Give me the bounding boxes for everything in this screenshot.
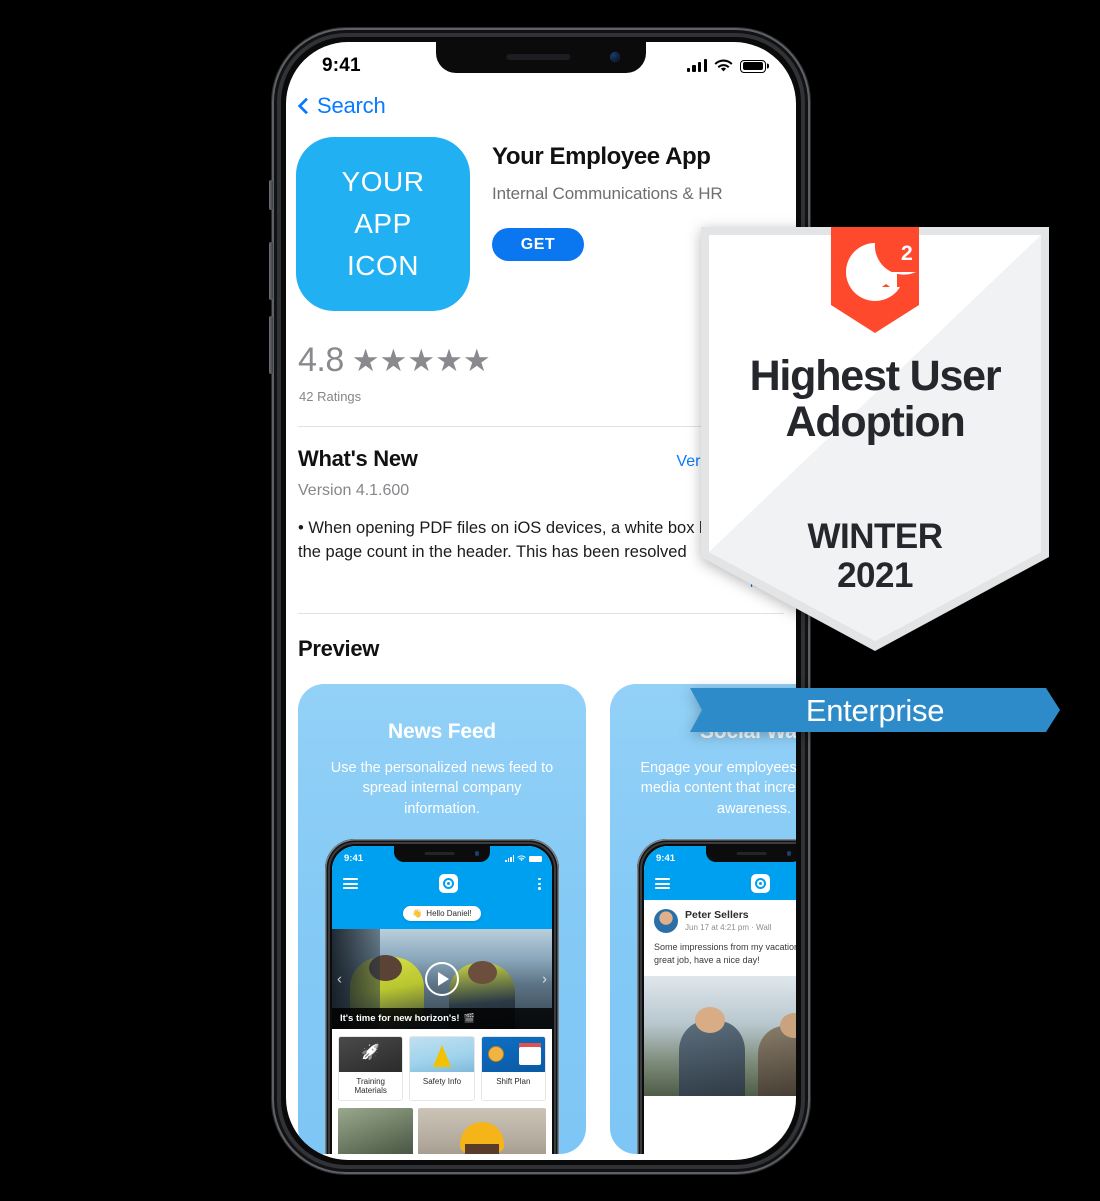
tile-shift-plan[interactable]: Shift Plan: [480, 1035, 546, 1101]
app-icon[interactable]: YOUR APP ICON: [296, 137, 470, 311]
status-bar-time: 9:41: [322, 55, 361, 76]
mini-device-notch: [394, 845, 490, 862]
preview-card-description: Engage your employees with social media …: [640, 759, 796, 817]
app-icon-line-3: ICON: [347, 250, 419, 281]
tile-label: Safety Info: [422, 1076, 462, 1086]
post-header: Peter Sellers Jun 17 at 4:21 pm · Wall: [644, 900, 796, 933]
preview-card-list: News Feed Use the personalized news feed…: [298, 683, 796, 1154]
rating-value: 4.8: [298, 341, 344, 379]
award-title-line-2: Adoption: [785, 398, 965, 447]
greeting-row: 👋 Hello Daniel!: [332, 899, 552, 929]
hamburger-menu-icon[interactable]: [343, 878, 358, 890]
mini-phone-screen: 9:41: [332, 845, 552, 1154]
back-to-search-button[interactable]: Search: [286, 82, 796, 119]
mini-status-indicators: [505, 855, 542, 863]
preview-card-description: Use the personalized news feed to spread…: [330, 759, 554, 817]
mini-earpiece-icon: [424, 851, 455, 855]
mini-app-bar: [332, 867, 552, 900]
avatar: [654, 908, 678, 933]
post-author: Peter Sellers: [685, 909, 749, 922]
video-post[interactable]: ‹ › It's time for new horizon's! 🎬: [332, 928, 552, 1029]
g2-award-badge: 2 Highest User Adoption WINTER 2021 Ente…: [690, 227, 1060, 732]
post-image[interactable]: [644, 975, 796, 1096]
mini-phone-mockup: 9:41: [325, 838, 559, 1154]
segment-ribbon: Enterprise: [690, 682, 1060, 738]
earpiece-speaker-icon: [506, 54, 571, 60]
mini-battery-icon: [529, 855, 542, 863]
whats-new-heading: What's New: [298, 446, 418, 471]
chevron-left-icon: [297, 97, 315, 115]
mini-device-notch: [706, 845, 796, 862]
video-person-right-head: [468, 960, 497, 984]
tile-label: Shift Plan: [496, 1076, 531, 1086]
mini-phone-screen: 9:41: [644, 845, 796, 1154]
svg-text:2: 2: [901, 242, 913, 265]
app-logo-icon: [438, 874, 458, 894]
caution-sign-icon: [410, 1036, 474, 1072]
photo-thumbnail[interactable]: [338, 1107, 413, 1154]
post-person-left-head: [694, 1007, 726, 1034]
volume-down-button[interactable]: [269, 316, 273, 374]
app-icon-line-2: APP: [354, 208, 412, 239]
mini-status-time: 9:41: [656, 853, 676, 865]
tile-label: Training Materials: [354, 1076, 387, 1095]
status-bar-indicators: [686, 59, 766, 73]
mini-front-camera-icon: [786, 851, 791, 856]
kebab-menu-icon[interactable]: [538, 877, 541, 890]
carousel-next-icon[interactable]: ›: [542, 970, 547, 987]
play-button-icon[interactable]: [425, 961, 459, 996]
greeting-text: Hello Daniel!: [426, 908, 472, 918]
mini-phone-mockup: 9:41: [637, 838, 796, 1154]
segment-label: Enterprise: [805, 693, 945, 728]
preview-card-title: News Feed: [388, 719, 496, 743]
preview-card[interactable]: News Feed Use the personalized news feed…: [298, 683, 586, 1154]
post-author-block: Peter Sellers Jun 17 at 4:21 pm · Wall: [685, 909, 771, 932]
award-title-line-1: Highest User: [749, 352, 1002, 400]
tile-training-materials[interactable]: Training Materials: [338, 1035, 404, 1101]
cellular-bars-icon: [686, 59, 707, 72]
app-logo-icon: [750, 874, 770, 894]
post-timestamp: Jun 17 at 4:21 pm · Wall: [685, 923, 772, 933]
award-year: 2021: [837, 556, 913, 596]
mini-status-time: 9:41: [344, 853, 364, 865]
hamburger-menu-icon[interactable]: [655, 878, 670, 890]
video-caption: It's time for new horizon's! 🎬: [332, 1007, 552, 1029]
mini-earpiece-icon: [736, 851, 767, 855]
award-title: Highest User Adoption: [701, 353, 1049, 446]
rocket-icon: [339, 1036, 403, 1072]
get-button[interactable]: GET: [492, 228, 584, 261]
battery-icon: [740, 59, 766, 73]
preview-card[interactable]: Social Wall Engage your employees with s…: [610, 683, 796, 1154]
back-label: Search: [317, 93, 386, 118]
post-body: Some impressions from my vacation, doing…: [654, 941, 796, 966]
rating-stars: ★★★★★: [351, 343, 491, 378]
award-season-label: WINTER: [807, 517, 943, 556]
video-caption-emoji-icon: 🎬: [463, 1012, 475, 1023]
app-icon-line-1: YOUR: [341, 166, 425, 197]
photo-strip: [332, 1100, 552, 1154]
video-caption-text: It's time for new horizon's!: [340, 1012, 460, 1024]
worker-face: [464, 1143, 499, 1154]
front-camera-icon: [610, 52, 620, 62]
tile-safety-info[interactable]: Safety Info: [409, 1035, 475, 1101]
wifi-icon: [714, 59, 733, 72]
calendar-clock-icon: [481, 1036, 545, 1072]
app-title: Your Employee App: [492, 143, 711, 170]
greeting-pill: 👋 Hello Daniel!: [403, 905, 481, 921]
volume-up-button[interactable]: [269, 242, 273, 300]
app-subtitle: Internal Communications & HR: [492, 184, 723, 203]
photo-thumbnail-worker[interactable]: [417, 1107, 546, 1154]
device-notch: [436, 42, 646, 73]
mini-front-camera-icon: [474, 851, 479, 856]
mini-cellular-bars-icon: [505, 855, 514, 863]
wave-emoji-icon: 👋: [412, 908, 423, 918]
mini-wifi-icon: [517, 855, 526, 862]
quick-link-tiles: Training Materials Safety Info: [332, 1028, 552, 1101]
mute-switch[interactable]: [269, 180, 273, 210]
mini-app-bar: [644, 867, 796, 900]
screenshot-stage: 9:41 Search YOUR APP ICON Your Employee …: [0, 0, 1100, 1201]
carousel-prev-icon[interactable]: ‹: [337, 970, 342, 987]
award-season: WINTER 2021: [701, 517, 1049, 595]
